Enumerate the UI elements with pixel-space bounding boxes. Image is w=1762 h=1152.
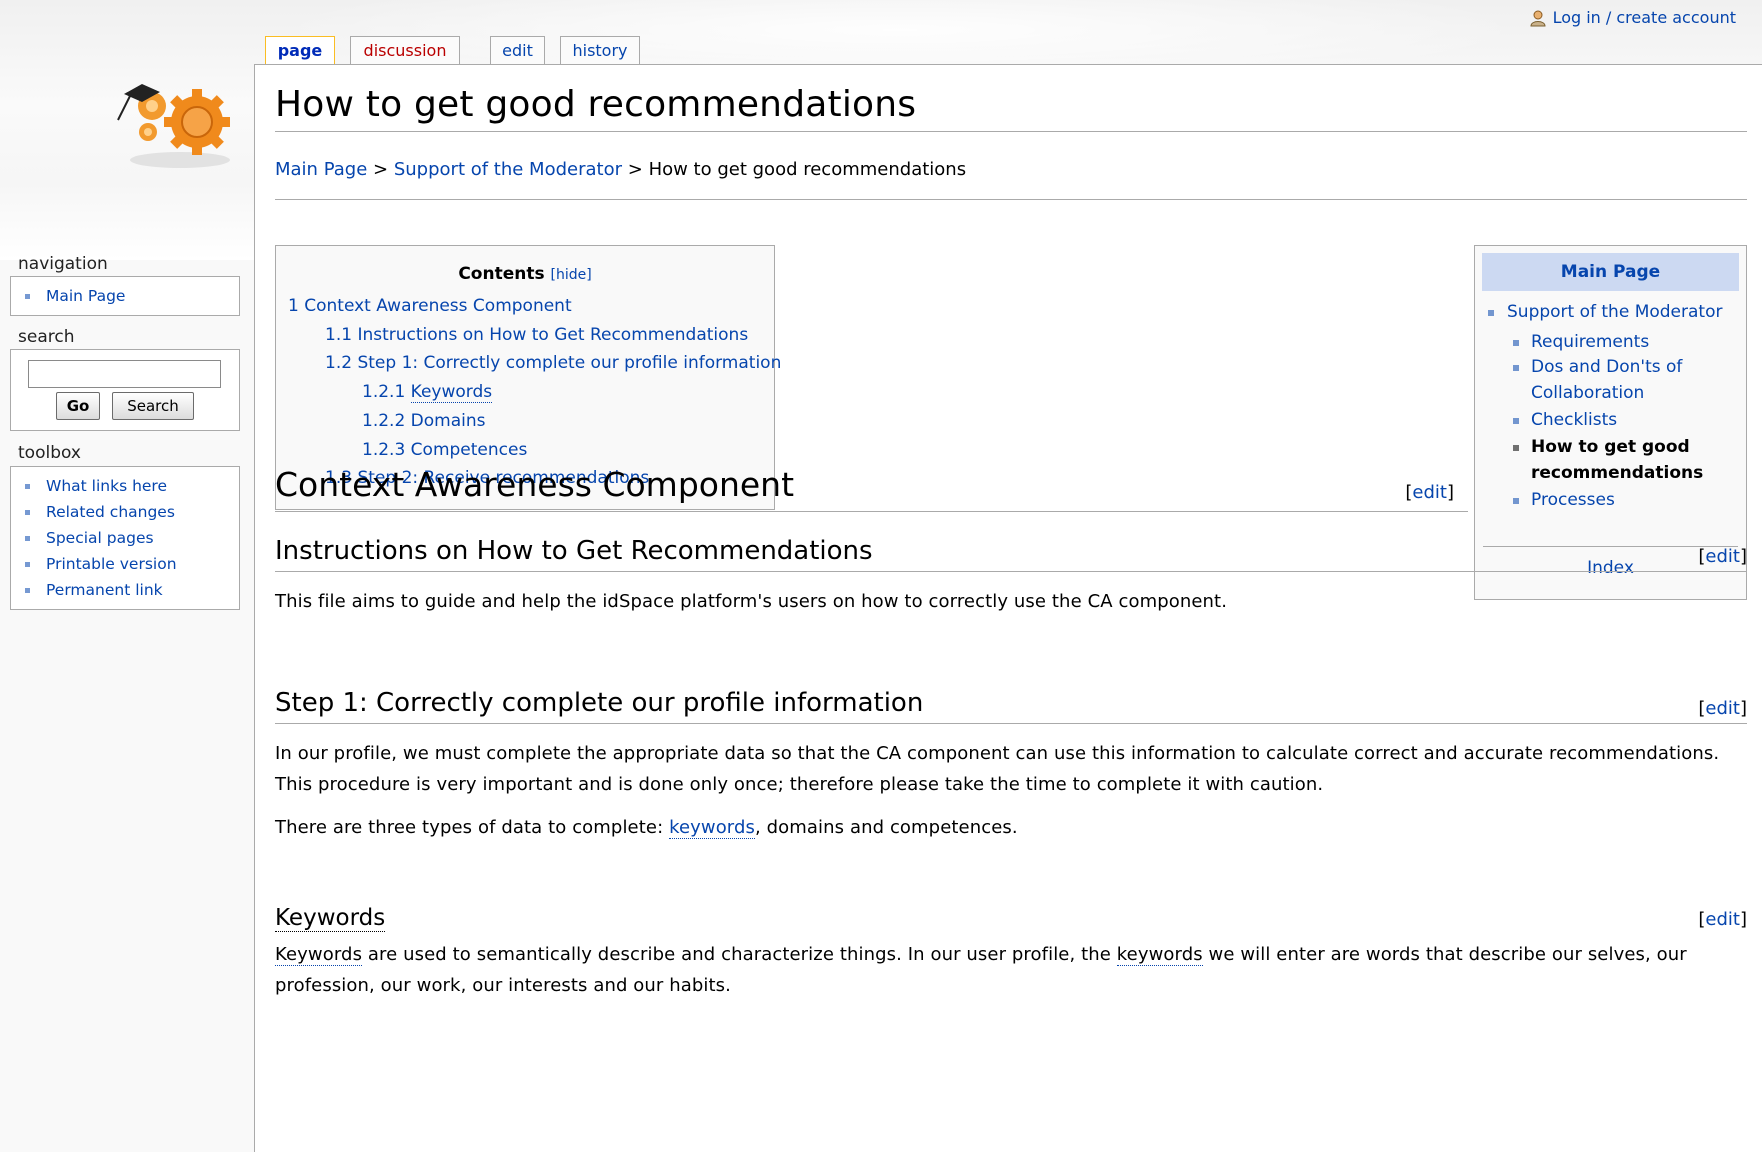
toc-entry[interactable]: 1.1 Instructions on How to Get Recommend… xyxy=(286,321,764,350)
tab-page[interactable]: page xyxy=(265,36,335,66)
navigation-heading: navigation xyxy=(18,254,108,274)
keywords-link[interactable]: keywords xyxy=(669,817,755,839)
login-link[interactable]: Log in / create account xyxy=(1553,8,1736,27)
toolbox-permanent-link[interactable]: Permanent link xyxy=(11,577,239,603)
edit-section-link[interactable]: [edit] xyxy=(1698,541,1747,573)
edit-section-link[interactable]: [edit] xyxy=(1698,693,1747,725)
toc-entry[interactable]: 1.2.1 Keywords xyxy=(286,378,764,407)
toolbox-heading: toolbox xyxy=(18,443,81,463)
breadcrumb: Main Page > Support of the Moderator > H… xyxy=(275,155,1747,200)
toc-entry[interactable]: 1 Context Awareness Component xyxy=(286,292,764,321)
content-area: How to get good recommendations Main Pag… xyxy=(254,64,1762,1152)
navbox-title[interactable]: Main Page xyxy=(1482,253,1739,291)
step1-paragraph: In our profile, we must complete the app… xyxy=(275,743,1720,795)
navbox-item-current: How to get good recommendations xyxy=(1475,434,1715,486)
tab-history[interactable]: history xyxy=(560,36,640,65)
toc-heading: Contents xyxy=(458,264,545,284)
navigation-portlet: Main Page xyxy=(10,276,240,316)
edit-section-link[interactable]: [edit] xyxy=(1698,905,1747,935)
search-input[interactable] xyxy=(28,360,221,388)
breadcrumb-current: How to get good recommendations xyxy=(648,159,967,180)
keywords-link[interactable]: Keywords xyxy=(275,944,363,966)
toc-entry[interactable]: 1.2.3 Competences xyxy=(286,436,764,465)
keywords-link[interactable]: keywords xyxy=(1116,944,1203,966)
navbox-item-dos-donts[interactable]: Dos and Don'ts of Collaboration xyxy=(1475,354,1715,406)
page-title: How to get good recommendations xyxy=(275,83,1747,132)
breadcrumb-support-moderator[interactable]: Support of the Moderator xyxy=(394,159,622,180)
navbox-item-processes[interactable]: Processes xyxy=(1475,486,1746,514)
navbox-item-requirements[interactable]: Requirements xyxy=(1475,328,1746,356)
section-heading-context-awareness: Context Awareness Component [edit] xyxy=(275,465,1468,512)
data-types-paragraph: There are three types of data to complet… xyxy=(275,817,1018,839)
search-heading: search xyxy=(18,327,75,347)
toolbox-special-pages[interactable]: Special pages xyxy=(11,525,239,551)
toolbox-what-links-here[interactable]: What links here xyxy=(11,473,239,499)
tab-discussion[interactable]: discussion xyxy=(350,36,460,65)
section-heading-instructions: Instructions on How to Get Recommendatio… xyxy=(275,535,1747,572)
breadcrumb-main-page[interactable]: Main Page xyxy=(275,159,367,180)
toolbox-portlet: What links here Related changes Special … xyxy=(10,466,240,610)
search-portlet: Go Search xyxy=(10,349,240,431)
breadcrumb-separator: > xyxy=(373,159,389,180)
section-heading-keywords: Keywords [edit] xyxy=(275,903,1747,933)
toc-title: Contents [hide] xyxy=(286,264,764,284)
toolbox-related-changes[interactable]: Related changes xyxy=(11,499,239,525)
toc-entry[interactable]: 1.2 Step 1: Correctly complete our profi… xyxy=(286,349,781,378)
personal-bar: Log in / create account xyxy=(1529,8,1736,27)
breadcrumb-separator: > xyxy=(627,159,643,180)
navbox-item-support[interactable]: Support of the Moderator xyxy=(1475,298,1746,326)
toc-hide-link[interactable]: [hide] xyxy=(551,267,592,283)
edit-section-link[interactable]: [edit] xyxy=(1405,473,1454,513)
site-logo xyxy=(117,84,230,168)
keywords-paragraph: Keywords are used to semantically descri… xyxy=(275,944,1687,996)
user-icon xyxy=(1530,10,1546,26)
search-button[interactable]: Search xyxy=(112,392,194,420)
navbox-item-checklists[interactable]: Checklists xyxy=(1475,406,1746,434)
instructions-paragraph: This file aims to guide and help the idS… xyxy=(275,591,1228,612)
go-button[interactable]: Go xyxy=(56,392,100,420)
tab-edit[interactable]: edit xyxy=(490,36,545,65)
toolbox-printable-version[interactable]: Printable version xyxy=(11,551,239,577)
toc-entry[interactable]: 1.2.2 Domains xyxy=(286,407,764,436)
sidebar-item-main-page[interactable]: Main Page xyxy=(11,283,239,309)
section-heading-step1: Step 1: Correctly complete our profile i… xyxy=(275,687,1747,724)
